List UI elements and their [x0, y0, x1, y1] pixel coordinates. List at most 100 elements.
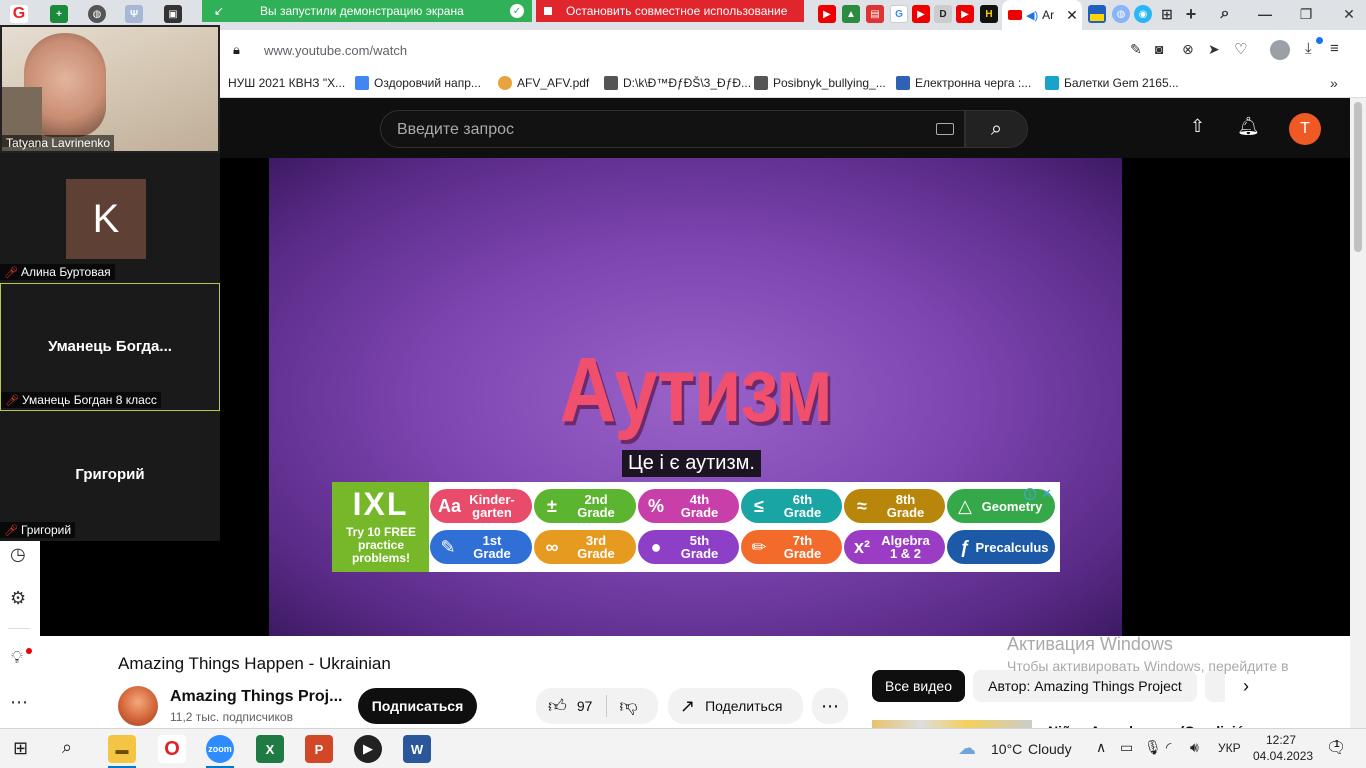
block-icon[interactable]: ⊗	[1182, 41, 1194, 58]
grade-button[interactable]: ∞ 3rd Grade	[534, 530, 636, 564]
d-tab-icon[interactable]: D	[934, 5, 952, 23]
trident-icon[interactable]: Ψ	[125, 5, 143, 23]
subscribe-button[interactable]: Подписаться	[358, 688, 477, 724]
excel-icon[interactable]: X	[256, 735, 284, 763]
clock-time[interactable]: 12:27	[1266, 733, 1296, 747]
more-actions-icon[interactable]: ⋯	[812, 688, 848, 724]
grade-button[interactable]: ƒ Precalculus	[947, 530, 1055, 564]
like-count[interactable]: 97	[577, 698, 593, 714]
participant-tile[interactable]: K 🎤︎ Алина Буртовая	[0, 154, 220, 282]
settings-gear-icon[interactable]: ⚙	[10, 588, 26, 609]
bookmark-item[interactable]: Posibnyk_bullying_...	[754, 76, 886, 90]
search-box[interactable]: Введите запрос	[380, 110, 965, 148]
download-icon[interactable]: ⤓	[1305, 40, 1312, 57]
grade-button[interactable]: △ Geometry	[947, 489, 1055, 523]
media-player-icon[interactable]: ▶	[354, 735, 382, 763]
ad-brand-block[interactable]: IXL Try 10 FREE practice problems!	[332, 482, 429, 572]
weather-text[interactable]: Cloudy	[1028, 741, 1072, 757]
search-button[interactable]: ⌕	[965, 110, 1028, 148]
grade-button[interactable]: ±2nd Grade	[534, 489, 636, 523]
history-icon[interactable]: ◷	[10, 544, 26, 565]
bookmark-item[interactable]: НУШ 2021 КВНЗ "Х...	[228, 76, 345, 90]
search-input[interactable]: Введите запрос	[397, 121, 514, 139]
chevron-right-icon[interactable]: ›	[1243, 676, 1249, 697]
globe-tab-icon[interactable]: ◍	[1112, 5, 1130, 23]
upload-icon[interactable]: ⇧	[1190, 116, 1205, 137]
youtube-tab-icon[interactable]: ▶	[956, 5, 974, 23]
thumbs-down-icon[interactable]: 👎︎	[619, 695, 637, 717]
drive-tab-icon[interactable]: ▲	[842, 5, 860, 23]
active-tab[interactable]: ◀) Ar ✕	[1002, 0, 1082, 30]
language-indicator[interactable]: УКР	[1218, 741, 1241, 755]
grade-button[interactable]: ≤6th Grade	[741, 489, 842, 523]
opera-icon[interactable]: O	[158, 735, 186, 763]
profile-icon[interactable]	[1270, 40, 1290, 60]
youtube-tab-icon[interactable]: ▶	[818, 5, 836, 23]
url-field[interactable]: www.youtube.com/watch	[264, 43, 407, 58]
scrollbar[interactable]	[1350, 98, 1366, 728]
chip-next[interactable]	[1205, 670, 1225, 702]
cloud-icon[interactable]: ☁	[958, 738, 976, 759]
next-video-thumbnail[interactable]	[872, 720, 1032, 728]
ad-banner[interactable]: IXL Try 10 FREE practice problems! Aa Kin…	[332, 482, 1060, 572]
bookmark-item[interactable]: Електронна черга :...	[896, 76, 1031, 90]
chevron-up-icon[interactable]: ∧	[1096, 739, 1106, 756]
app-logo-icon[interactable]: G	[10, 5, 28, 23]
bookmark-item[interactable]: AFV_AFV.pdf	[498, 76, 589, 90]
microphone-icon[interactable]: 🎙︎	[1144, 739, 1162, 756]
chip-all-videos[interactable]: Все видео	[872, 670, 965, 702]
grade-button[interactable]: ✏ 7th Grade	[741, 530, 842, 564]
send-icon[interactable]: ➤	[1208, 41, 1220, 58]
heart-icon[interactable]: ♡	[1234, 40, 1247, 58]
lightbulb-icon[interactable]: 💡︎	[11, 648, 23, 668]
grade-button[interactable]: ✎ 1st Grade	[430, 530, 532, 564]
stop-share-button[interactable]: Остановить совместное использование	[536, 0, 804, 22]
more-bookmarks-icon[interactable]: »	[1330, 75, 1338, 91]
keyboard-icon[interactable]	[936, 123, 954, 135]
next-video-title[interactable]: Niños Asombrosos (Condición	[1048, 720, 1253, 728]
camera-icon[interactable]: ◙	[1155, 41, 1163, 57]
bookmark-item[interactable]: D:\k\Ð™ÐƒÐŠ\3_ÐƒÐ...	[604, 76, 751, 90]
wifi-icon[interactable]: ◜	[1166, 739, 1171, 756]
close-tab-icon[interactable]: ✕	[1066, 7, 1078, 24]
participant-tile-video[interactable]: Tatyana Lavrinenko	[0, 25, 220, 153]
contact-card-icon[interactable]: ▣	[164, 5, 182, 23]
youtube-tab-icon[interactable]: ▶	[912, 5, 930, 23]
edge-tab-icon[interactable]: ◉	[1134, 5, 1152, 23]
doc-tab-icon[interactable]: ▤	[866, 5, 884, 23]
thumbs-up-icon[interactable]: 👍︎	[548, 695, 567, 717]
lock-icon[interactable]: 🔒︎	[233, 42, 240, 58]
volume-icon[interactable]: 🔊︎	[1190, 739, 1199, 756]
grade-button[interactable]: ≈8th Grade	[844, 489, 945, 523]
scrollbar-thumb[interactable]	[1354, 102, 1362, 252]
powerpoint-icon[interactable]: P	[305, 735, 333, 763]
new-tab-icon[interactable]: +	[1182, 4, 1200, 24]
more-icon[interactable]: ⋯	[10, 692, 28, 713]
chip-author[interactable]: Автор: Amazing Things Project	[973, 670, 1197, 702]
tab-grid-icon[interactable]: ⊞	[1158, 5, 1176, 23]
bookmark-item[interactable]: Балетки Gem 2165...	[1045, 76, 1179, 90]
clock-date[interactable]: 04.04.2023	[1253, 749, 1313, 763]
zoom-icon[interactable]: zoom	[206, 735, 234, 763]
grade-button[interactable]: x² Algebra 1 & 2	[844, 530, 945, 564]
file-explorer-icon[interactable]: ▬	[108, 735, 136, 763]
share-button[interactable]: ↗ Поделиться	[668, 688, 803, 724]
account-avatar[interactable]: T	[1289, 113, 1321, 145]
grade-button[interactable]: Aa Kinder- garten	[430, 489, 532, 523]
edit-icon[interactable]: ✎	[1130, 41, 1142, 58]
search-tabs-icon[interactable]: ⌕	[1216, 5, 1234, 23]
close-window-icon[interactable]: ✕	[1340, 5, 1358, 23]
grade-button[interactable]: ● 5th Grade	[638, 530, 739, 564]
plus-tab-icon[interactable]: +	[50, 5, 68, 23]
menu-icon[interactable]: ≡	[1330, 40, 1339, 57]
channel-avatar[interactable]	[118, 686, 158, 726]
google-tab-icon[interactable]: G	[890, 5, 908, 23]
minimize-icon[interactable]: —	[1256, 5, 1274, 23]
restore-icon[interactable]: ❐	[1297, 5, 1315, 23]
h-tab-icon[interactable]: H	[980, 5, 998, 23]
flag-tab-icon[interactable]	[1088, 5, 1106, 23]
ad-info-icon[interactable]: i	[1024, 488, 1036, 500]
word-icon[interactable]: W	[403, 735, 431, 763]
taskbar-search-icon[interactable]: ⌕	[62, 737, 72, 758]
bookmark-item[interactable]: Оздоровчий напр...	[355, 76, 481, 90]
